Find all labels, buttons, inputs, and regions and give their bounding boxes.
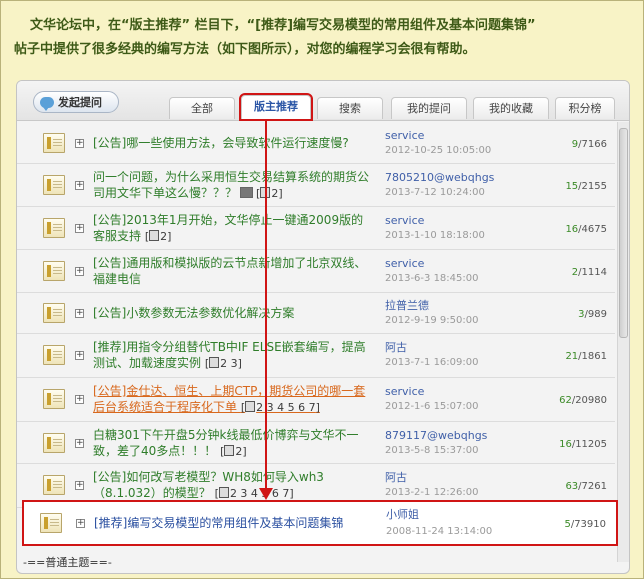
tab-my-questions[interactable]: 我的提问 bbox=[391, 97, 467, 119]
topic-doc-icon bbox=[43, 261, 65, 281]
expand-icon[interactable]: + bbox=[75, 181, 84, 190]
thread-title[interactable]: [公告]金仕达、恒生、上期CTP，期货公司的哪一套后台系统适合于程序化下单 [2… bbox=[93, 383, 371, 416]
topic-doc-icon bbox=[40, 513, 62, 533]
tab-leaderboard[interactable]: 积分榜 bbox=[555, 97, 615, 119]
thread-author[interactable]: service bbox=[385, 214, 515, 228]
thread-stats: 62/20980 bbox=[559, 395, 607, 406]
ask-question-label: 发起提问 bbox=[58, 96, 102, 109]
thread-title[interactable]: [推荐]编写交易模型的常用组件及基本问题集锦 bbox=[94, 515, 384, 531]
expand-icon[interactable]: + bbox=[76, 519, 85, 528]
expand-icon[interactable]: + bbox=[75, 267, 84, 276]
table-row[interactable]: + [公告]小数参数无法参数优化解决方案 拉普兰德 2012-9-19 9:50… bbox=[17, 293, 615, 334]
thread-author[interactable]: service bbox=[385, 385, 515, 399]
expand-icon[interactable]: + bbox=[75, 224, 84, 233]
thread-author[interactable]: 拉普兰德 bbox=[385, 299, 515, 313]
tab-my-favorites[interactable]: 我的收藏 bbox=[473, 97, 549, 119]
topic-doc-icon bbox=[43, 303, 65, 323]
topic-doc-icon bbox=[43, 475, 65, 495]
thread-author[interactable]: service bbox=[385, 257, 515, 271]
thread-date: 2013-5-8 15:37:00 bbox=[385, 445, 479, 456]
topic-doc-icon bbox=[43, 389, 65, 409]
thread-date: 2012-9-19 9:50:00 bbox=[385, 315, 479, 326]
thread-date: 2008-11-24 13:14:00 bbox=[386, 526, 493, 537]
expand-icon[interactable]: + bbox=[75, 439, 84, 448]
tab-search[interactable]: 搜索 bbox=[317, 97, 383, 119]
expand-icon[interactable]: + bbox=[75, 309, 84, 318]
ask-question-button[interactable]: 发起提问 bbox=[33, 91, 119, 113]
thread-author[interactable]: 879117@webqhgs bbox=[385, 429, 515, 443]
thread-author[interactable]: service bbox=[385, 129, 515, 143]
table-row[interactable]: + [公告]哪一些使用方法，会导致软件运行速度慢? service 2012-1… bbox=[17, 122, 615, 164]
table-row[interactable]: + [推荐]用指令分组替代TB中IF ELSE嵌套编写，提高测试、加载速度实例 … bbox=[17, 334, 615, 378]
thread-stats: 21/1861 bbox=[565, 351, 607, 362]
thread-date: 2013-7-1 16:09:00 bbox=[385, 357, 479, 368]
thread-stats: 5/73910 bbox=[564, 519, 606, 530]
thread-stats: 16/11205 bbox=[559, 439, 607, 450]
thread-stats: 3/989 bbox=[578, 309, 607, 320]
intro-line-2: 帖子中提供了很多经典的编写方法（如下图所示），对您的编程学习会很有帮助。 bbox=[14, 42, 476, 57]
thread-date: 2013-2-1 12:26:00 bbox=[385, 487, 479, 498]
intro-line-1: 文华论坛中，在“版主推荐” 栏目下，“[推荐]编写交易模型的常用组件及基本问题集… bbox=[30, 18, 536, 33]
speech-bubble-icon bbox=[40, 96, 54, 111]
highlighted-thread-row[interactable]: + [推荐]编写交易模型的常用组件及基本问题集锦 小师姐 2008-11-24 … bbox=[22, 500, 618, 546]
thread-stats: 63/7261 bbox=[565, 481, 607, 492]
thread-title[interactable]: [推荐]用指令分组替代TB中IF ELSE嵌套编写，提高测试、加载速度实例 [2… bbox=[93, 339, 371, 372]
tab-bar: 发起提问 全部 版主推荐 搜索 我的提问 我的收藏 积分榜 bbox=[17, 81, 629, 121]
thread-stats: 2/1114 bbox=[571, 267, 607, 278]
pages-icon bbox=[218, 487, 229, 498]
topic-doc-icon bbox=[43, 133, 65, 153]
thread-title[interactable]: 白糖301下午开盘5分钟k线最低价博弈与文华不一致，差了40多点！！！ [2] bbox=[93, 427, 371, 460]
topic-doc-icon bbox=[43, 218, 65, 238]
thread-title[interactable]: [公告]2013年1月开始，文华停止一键通2009版的客服支持 [2] bbox=[93, 212, 371, 245]
thread-date: 2013-7-12 10:24:00 bbox=[385, 187, 485, 198]
thread-stats: 16/4675 bbox=[565, 224, 607, 235]
table-row[interactable]: + [公告]金仕达、恒生、上期CTP，期货公司的哪一套后台系统适合于程序化下单 … bbox=[17, 378, 615, 422]
tab-moderator-picks[interactable]: 版主推荐 bbox=[239, 93, 313, 121]
image-attachment-icon bbox=[240, 187, 254, 198]
thread-author[interactable]: 阿古 bbox=[385, 341, 515, 355]
table-row[interactable]: + 问一个问题，为什么采用恒生交易结算系统的期货公司用文华下单这么慢？？？[2]… bbox=[17, 164, 615, 207]
thread-date: 2012-10-25 10:05:00 bbox=[385, 145, 492, 156]
thread-title[interactable]: [公告]通用版和模拟版的云节点新增加了北京双线、福建电信 bbox=[93, 255, 371, 287]
thread-author[interactable]: 阿古 bbox=[385, 471, 515, 485]
scrollbar[interactable] bbox=[617, 122, 629, 562]
thread-title[interactable]: 问一个问题，为什么采用恒生交易结算系统的期货公司用文华下单这么慢？？？[2] bbox=[93, 169, 371, 202]
thread-date: 2012-1-6 15:07:00 bbox=[385, 401, 479, 412]
topic-doc-icon bbox=[43, 345, 65, 365]
thread-author[interactable]: 小师姐 bbox=[386, 508, 516, 522]
pages-icon bbox=[224, 445, 235, 456]
thread-title[interactable]: [公告]如何改写老模型？WH8如何导入wh3（8.1.032）的模型？ [2 3… bbox=[93, 469, 371, 502]
expand-icon[interactable]: + bbox=[75, 139, 84, 148]
table-row[interactable]: + [公告]通用版和模拟版的云节点新增加了北京双线、福建电信 service 2… bbox=[17, 250, 615, 293]
thread-date: 2013-1-10 18:18:00 bbox=[385, 230, 485, 241]
thread-title[interactable]: [公告]哪一些使用方法，会导致软件运行速度慢? bbox=[93, 135, 371, 151]
expand-icon[interactable]: + bbox=[75, 481, 84, 490]
callout-arrow-line bbox=[265, 121, 267, 491]
scroll-thumb[interactable] bbox=[619, 128, 628, 338]
thread-title[interactable]: [公告]小数参数无法参数优化解决方案 bbox=[93, 305, 371, 321]
thread-stats: 9/7166 bbox=[571, 139, 607, 150]
pages-icon bbox=[149, 230, 160, 241]
table-row[interactable]: + 白糖301下午开盘5分钟k线最低价博弈与文华不一致，差了40多点！！！ [2… bbox=[17, 422, 615, 464]
expand-icon[interactable]: + bbox=[75, 351, 84, 360]
callout-arrow-head bbox=[259, 488, 273, 500]
tab-all[interactable]: 全部 bbox=[169, 97, 235, 119]
intro-text: 文华论坛中，在“版主推荐” 栏目下，“[推荐]编写交易模型的常用组件及基本问题集… bbox=[14, 14, 634, 62]
pages-icon bbox=[209, 357, 220, 368]
thread-author[interactable]: 7805210@webqhgs bbox=[385, 171, 515, 185]
thread-stats: 15/2155 bbox=[565, 181, 607, 192]
expand-icon[interactable]: + bbox=[75, 395, 84, 404]
normal-topics-label: -==普通主题==- bbox=[23, 556, 112, 569]
thread-date: 2013-6-3 18:45:00 bbox=[385, 273, 479, 284]
table-row[interactable]: + [公告]2013年1月开始，文华停止一键通2009版的客服支持 [2] se… bbox=[17, 207, 615, 250]
topic-doc-icon bbox=[43, 175, 65, 195]
topic-doc-icon bbox=[43, 433, 65, 453]
pages-icon bbox=[245, 401, 256, 412]
